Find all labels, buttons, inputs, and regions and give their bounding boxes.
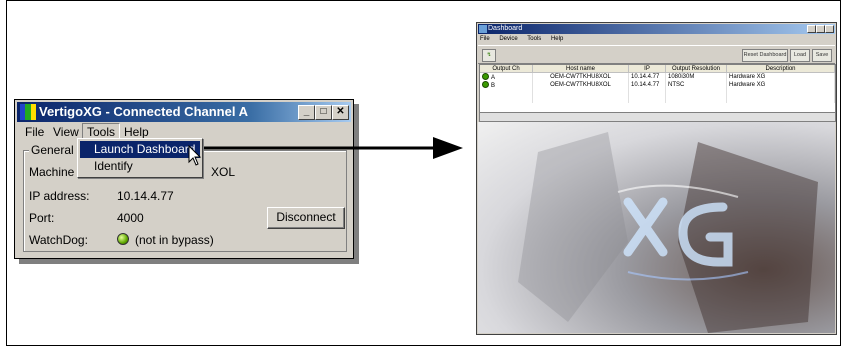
- xg-logo-icon: [518, 132, 818, 333]
- horizontal-scrollbar[interactable]: [479, 112, 836, 122]
- table-row[interactable]: A OEM-CW7TKHU8XOL 10.14.4.77 1080i30M Ha…: [480, 72, 835, 81]
- row-b-channel: B: [480, 81, 533, 89]
- dashboard-toolbar: ↯ Reset Dashboard Load Save: [478, 45, 835, 64]
- close-button[interactable]: ✕: [332, 105, 349, 120]
- launch-dashboard-item[interactable]: Launch Dashboard: [80, 141, 200, 158]
- tools-dropdown: Launch Dashboard Identify: [77, 138, 203, 178]
- arrow-icon: [203, 137, 463, 159]
- ip-label: IP address:: [29, 189, 90, 203]
- row-a-ip: 10.14.4.77: [628, 72, 666, 81]
- port-value: 4000: [117, 211, 144, 225]
- dashboard-titlebar[interactable]: Dashboard: [478, 24, 835, 34]
- col-ip[interactable]: IP: [628, 65, 666, 73]
- port-label: Port:: [29, 211, 55, 225]
- row-b-resolution: NTSC: [665, 81, 727, 89]
- dashboard-app-icon: [479, 25, 487, 33]
- vertigo-app-icon: [20, 104, 36, 120]
- ip-value: 10.14.4.77: [117, 189, 174, 203]
- dashboard-menubar: File Device Tools Help: [480, 36, 571, 42]
- minimize-button[interactable]: _: [298, 105, 315, 120]
- vertigo-window: VertigoXG - Connected Channel A _ □ ✕ Fi…: [14, 99, 354, 259]
- menu-file[interactable]: File: [21, 124, 48, 140]
- mouse-pointer-icon: [188, 145, 202, 166]
- maximize-button[interactable]: □: [315, 105, 332, 120]
- row-b-host: OEM-CW7TKHU8XOL: [532, 81, 629, 89]
- table-row[interactable]: B OEM-CW7TKHU8XOL 10.14.4.77 NTSC Hardwa…: [480, 81, 835, 89]
- col-output-resolution[interactable]: Output Resolution: [665, 65, 727, 73]
- row-a-resolution: 1080i30M: [665, 72, 727, 81]
- status-dot-icon: [482, 81, 489, 88]
- table-header: Output Ch Host name IP Output Resolution…: [480, 65, 835, 73]
- watchdog-label: WatchDog:: [29, 233, 88, 247]
- load-button[interactable]: Load: [790, 49, 810, 62]
- machine-label: Machine r: [29, 165, 82, 179]
- status-dot-icon: [482, 73, 489, 80]
- col-description[interactable]: Description: [726, 65, 835, 73]
- vertigo-titlebar[interactable]: VertigoXG - Connected Channel A _ □ ✕: [17, 102, 351, 122]
- row-a-host: OEM-CW7TKHU8XOL: [532, 72, 629, 81]
- dash-minimize-button[interactable]: [807, 25, 816, 33]
- xg-logo-background: [478, 122, 835, 333]
- vertigo-title: VertigoXG - Connected Channel A: [39, 104, 248, 119]
- dash-menu-device[interactable]: Device: [499, 36, 517, 42]
- empty-row: [480, 89, 835, 96]
- row-a-channel: A: [480, 72, 533, 81]
- refresh-icon[interactable]: ↯: [482, 49, 496, 62]
- dash-menu-tools[interactable]: Tools: [527, 36, 541, 42]
- row-b-ip: 10.14.4.77: [628, 81, 666, 89]
- watchdog-value-wrap: (not in bypass): [117, 233, 214, 247]
- channel-table: Output Ch Host name IP Output Resolution…: [479, 64, 836, 113]
- dash-maximize-button[interactable]: [816, 25, 825, 33]
- save-button[interactable]: Save: [812, 49, 832, 62]
- watchdog-value: (not in bypass): [135, 233, 214, 247]
- row-b-channel-label: B: [491, 83, 496, 89]
- col-output-ch[interactable]: Output Ch: [480, 65, 533, 73]
- reset-dashboard-button[interactable]: Reset Dashboard: [742, 49, 788, 62]
- dash-menu-help[interactable]: Help: [551, 36, 563, 42]
- watchdog-led-icon: [117, 233, 129, 245]
- dashboard-title: Dashboard: [488, 25, 523, 32]
- dash-close-button[interactable]: [825, 25, 834, 33]
- col-host-name[interactable]: Host name: [532, 65, 629, 73]
- machine-value: XOL: [211, 165, 236, 179]
- empty-row: [480, 96, 835, 103]
- dashboard-window: Dashboard File Device Tools Help ↯ Reset…: [476, 22, 837, 335]
- disconnect-button[interactable]: Disconnect: [267, 207, 345, 229]
- row-b-description: Hardware XG: [726, 81, 835, 89]
- row-a-description: Hardware XG: [726, 72, 835, 81]
- identify-item[interactable]: Identify: [80, 158, 200, 175]
- dash-menu-file[interactable]: File: [480, 36, 490, 42]
